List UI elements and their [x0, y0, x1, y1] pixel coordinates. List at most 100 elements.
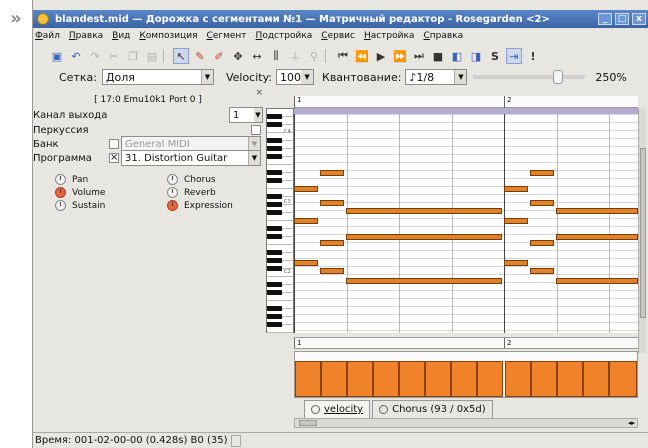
tab-chorus[interactable]: Chorus (93 / 0x5d) — [372, 400, 493, 418]
midi-note[interactable] — [530, 240, 554, 246]
piano-black-key[interactable] — [267, 250, 282, 255]
piano-black-key[interactable] — [267, 266, 282, 271]
menu-adjust[interactable]: Подстройка — [256, 31, 313, 41]
title-bar[interactable]: blandest.mid — Дорожка с сегментами №1 —… — [33, 10, 648, 28]
menu-composition[interactable]: Композиция — [139, 31, 197, 41]
solo-icon[interactable]: S — [487, 48, 503, 64]
horizontal-scrollbar-thumb[interactable] — [299, 420, 317, 426]
sustain-control[interactable]: Sustain — [55, 200, 105, 211]
marker-icon[interactable]: ! — [525, 48, 541, 64]
midi-note[interactable] — [556, 278, 638, 284]
velocity-bar[interactable] — [373, 361, 399, 397]
velocity-spin-button[interactable]: ▼ — [301, 69, 315, 85]
redo-icon[interactable]: ↷ — [87, 48, 103, 64]
menu-help[interactable]: Справка — [423, 31, 463, 41]
velocity-bar[interactable] — [531, 361, 557, 397]
zoom-slider[interactable] — [473, 70, 586, 84]
quantize-select[interactable]: ♪1/8 ▼ — [405, 69, 468, 85]
percussion-checkbox[interactable] — [251, 125, 261, 135]
velocity-bar[interactable] — [425, 361, 451, 397]
velocity-bar[interactable] — [477, 361, 503, 397]
piano-keyboard[interactable]: C4 C3 C2 — [266, 108, 294, 333]
velocity-bar[interactable] — [505, 361, 531, 397]
loop-icon[interactable]: ⇥ — [506, 48, 522, 64]
grid-select[interactable]: Доля ▼ — [101, 69, 214, 85]
menu-settings[interactable]: Настройка — [364, 31, 415, 41]
midi-note[interactable] — [320, 240, 344, 246]
midi-note[interactable] — [320, 268, 344, 274]
midi-note[interactable] — [556, 208, 638, 214]
piano-black-key[interactable] — [267, 122, 282, 127]
piano-black-key[interactable] — [267, 170, 282, 175]
piano-black-key[interactable] — [267, 258, 282, 263]
bank-checkbox[interactable] — [109, 139, 119, 149]
rewind-to-start-icon[interactable]: ⏮ — [335, 48, 351, 64]
cut-icon[interactable]: ✂ — [106, 48, 122, 64]
velocity-bar[interactable] — [557, 361, 583, 397]
channel-spin-button[interactable]: ▼ — [254, 107, 263, 123]
midi-note[interactable] — [530, 268, 554, 274]
menu-tools[interactable]: Сервис — [321, 31, 355, 41]
channel-select[interactable]: 1 — [229, 107, 256, 123]
piano-black-key[interactable] — [267, 210, 282, 215]
forward-to-end-icon[interactable]: ⏭ — [411, 48, 427, 64]
piano-black-key[interactable] — [267, 282, 282, 287]
midi-note[interactable] — [530, 200, 554, 206]
menu-segment[interactable]: Сегмент — [207, 31, 247, 41]
midi-note[interactable] — [294, 218, 318, 224]
save-icon[interactable]: ▣ — [49, 48, 65, 64]
midi-note[interactable] — [346, 208, 502, 214]
vertical-scrollbar[interactable] — [638, 108, 646, 353]
midi-note[interactable] — [320, 200, 344, 206]
horizontal-scrollbar[interactable]: ◂▸ — [294, 418, 638, 428]
stop-icon[interactable]: ■ — [430, 48, 446, 64]
undo-icon[interactable]: ↶ — [68, 48, 84, 64]
resize-tool-icon[interactable]: ↔ — [249, 48, 265, 64]
piano-black-key[interactable] — [267, 290, 282, 295]
midi-note[interactable] — [504, 218, 528, 224]
chorus-control[interactable]: Chorus — [167, 174, 216, 185]
velocity-bar[interactable] — [451, 361, 477, 397]
midi-note[interactable] — [556, 234, 638, 240]
close-window-button[interactable]: x — [632, 13, 646, 25]
piano-black-key[interactable] — [267, 226, 282, 231]
select-tool-icon[interactable]: ↖ — [173, 48, 189, 64]
menu-view[interactable]: Вид — [112, 31, 130, 41]
program-select[interactable]: 31. Distortion Guitar ▼ — [121, 150, 261, 166]
piano-black-key[interactable] — [267, 234, 282, 239]
expression-control[interactable]: Expression — [167, 200, 233, 211]
volume-control[interactable]: Volume — [55, 187, 105, 198]
paste-icon[interactable]: ▤ — [144, 48, 160, 64]
midi-note[interactable] — [346, 234, 502, 240]
velocity-bar[interactable] — [609, 361, 637, 397]
midi-note[interactable] — [504, 260, 528, 266]
velocity-bar[interactable] — [295, 361, 321, 397]
piano-black-key[interactable] — [267, 146, 282, 151]
maximize-button[interactable]: □ — [615, 13, 629, 25]
velocity-tool-icon[interactable]: ⏚ — [287, 48, 303, 64]
rewind-icon[interactable]: ⏪ — [354, 48, 370, 64]
midi-note[interactable] — [294, 186, 318, 192]
note-grid[interactable] — [294, 114, 638, 333]
tab-velocity[interactable]: velocity — [304, 400, 371, 418]
velocity-bar[interactable] — [399, 361, 425, 397]
fast-forward-icon[interactable]: ⏩ — [392, 48, 408, 64]
zoom-slider-handle[interactable] — [553, 70, 564, 84]
piano-black-key[interactable] — [267, 114, 282, 119]
piano-black-key[interactable] — [267, 154, 282, 159]
piano-black-key[interactable] — [267, 322, 282, 327]
reverb-control[interactable]: Reverb — [167, 187, 216, 198]
velocity-ruler[interactable] — [294, 351, 638, 398]
minimize-button[interactable]: _ — [598, 13, 612, 25]
velocity-bar[interactable] — [583, 361, 609, 397]
zoom-tool-icon[interactable]: ⚲ — [306, 48, 322, 64]
midi-note[interactable] — [346, 278, 502, 284]
vertical-scrollbar-thumb[interactable] — [640, 148, 646, 318]
menu-edit[interactable]: Правка — [69, 31, 103, 41]
menu-file[interactable]: Файл — [35, 31, 60, 41]
pan-control[interactable]: Pan — [55, 174, 88, 185]
play-icon[interactable]: ▶ — [373, 48, 389, 64]
velocity-bar[interactable] — [321, 361, 347, 397]
midi-note[interactable] — [530, 170, 554, 176]
piano-black-key[interactable] — [267, 178, 282, 183]
